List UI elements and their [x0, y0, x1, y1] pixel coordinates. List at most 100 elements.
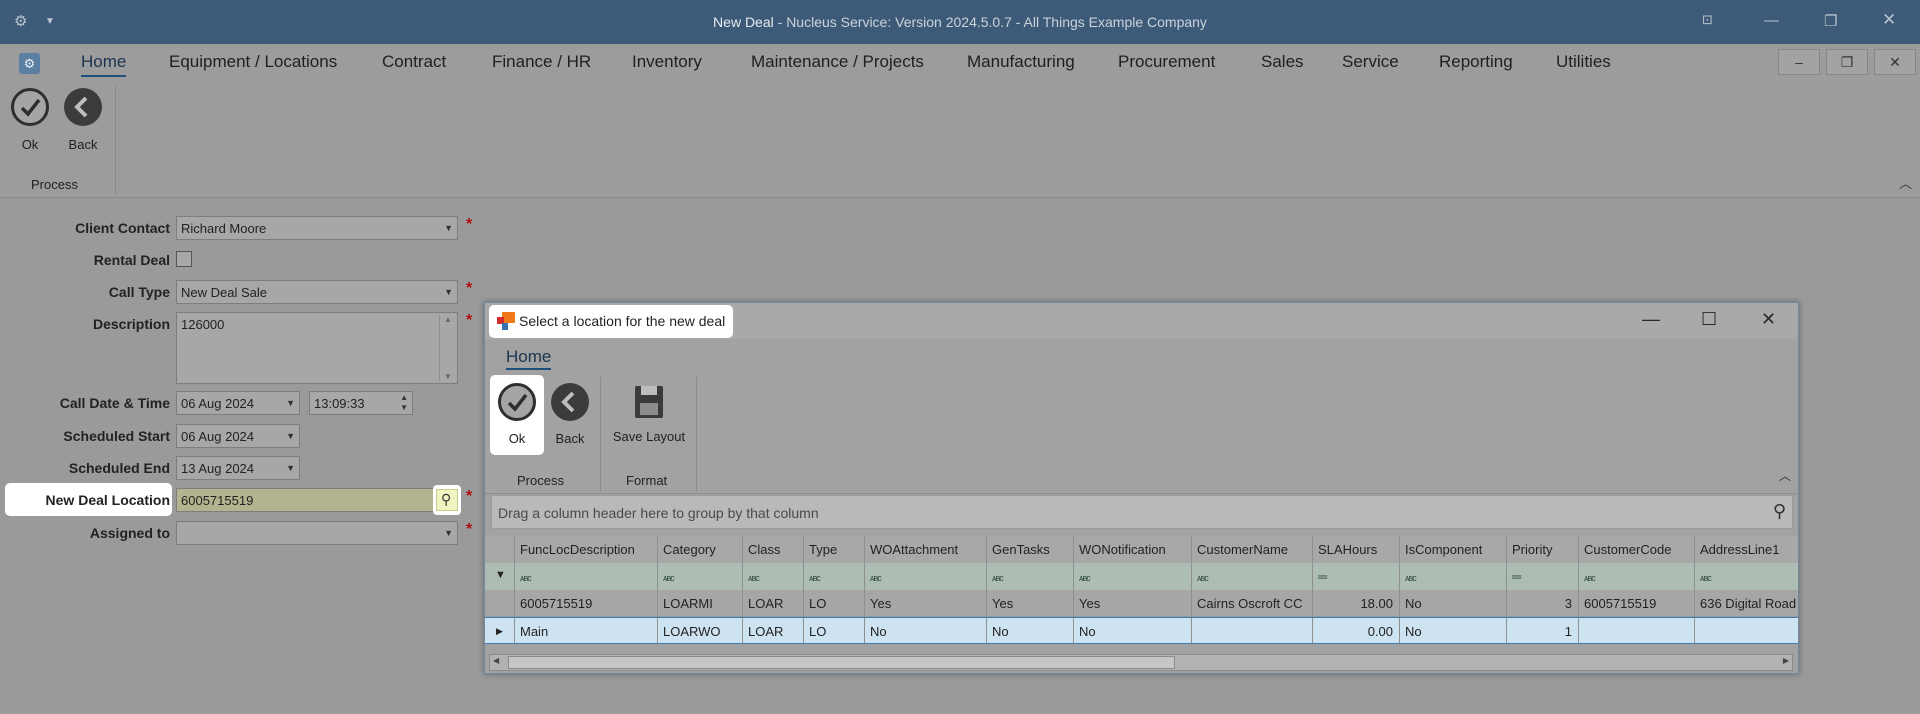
- filter-cell[interactable]: ᴀʙᴄ: [1400, 563, 1507, 590]
- filter-cell[interactable]: ᴀʙᴄ: [1192, 563, 1313, 590]
- chevron-down-icon[interactable]: ▼: [444, 223, 453, 233]
- menu-contract[interactable]: Contract: [382, 52, 446, 72]
- filter-cell[interactable]: ═: [1313, 563, 1400, 590]
- scheduled-end-field[interactable]: 13 Aug 2024 ▼: [176, 456, 300, 480]
- minimize-icon[interactable]: —: [1642, 309, 1660, 330]
- filter-cell[interactable]: ═: [1507, 563, 1579, 590]
- filter-cell[interactable]: ᴀʙᴄ: [515, 563, 658, 590]
- column-header[interactable]: CustomerCode: [1579, 536, 1695, 563]
- search-icon[interactable]: ⚲: [1773, 501, 1786, 522]
- filter-icon[interactable]: ▼: [485, 563, 515, 590]
- column-header[interactable]: WONotification: [1074, 536, 1192, 563]
- scroll-up-icon[interactable]: ▲: [444, 315, 452, 324]
- ribbon-separator: [115, 86, 116, 194]
- time-spinner-icon[interactable]: ▲ ▼: [400, 393, 408, 413]
- column-header[interactable]: Class: [743, 536, 804, 563]
- mdi-close-button[interactable]: ✕: [1874, 49, 1916, 75]
- call-date-value: 06 Aug 2024: [181, 396, 255, 411]
- table-row[interactable]: 6005715519 LOARMI LOAR LO Yes Yes Yes Ca…: [485, 590, 1798, 617]
- table-cell: No: [1400, 618, 1507, 645]
- scroll-right-icon[interactable]: ▶: [1783, 656, 1789, 665]
- filter-cell[interactable]: ᴀʙᴄ: [1695, 563, 1798, 590]
- filter-cell[interactable]: ᴀʙᴄ: [987, 563, 1074, 590]
- chevron-down-icon[interactable]: ▼: [444, 287, 453, 297]
- chevron-down-icon[interactable]: ▼: [286, 398, 295, 408]
- dialog-tab-home[interactable]: Home: [506, 347, 552, 370]
- menu-sales[interactable]: Sales: [1261, 52, 1304, 72]
- back-button[interactable]: Back: [63, 88, 103, 152]
- assigned-to-field[interactable]: ▼: [176, 521, 458, 545]
- call-type-field[interactable]: New Deal Sale ▼: [176, 280, 458, 304]
- filter-cell[interactable]: ᴀʙᴄ: [658, 563, 743, 590]
- table-cell: 636 Digital Road: [1700, 596, 1797, 611]
- new-deal-location-value: 6005715519: [181, 493, 254, 508]
- minimize-icon[interactable]: —: [1764, 12, 1779, 29]
- ok-button[interactable]: Ok: [10, 88, 50, 152]
- column-header[interactable]: AddressLine1: [1695, 536, 1798, 563]
- menu-utilities[interactable]: Utilities: [1556, 52, 1611, 72]
- group-by-hint: Drag a column header here to group by th…: [498, 505, 819, 521]
- rental-deal-checkbox[interactable]: [176, 251, 192, 267]
- dialog-back-button[interactable]: Back: [549, 383, 591, 446]
- scrollbar-thumb[interactable]: [508, 656, 1175, 669]
- table-cell: 6005715519: [515, 590, 658, 617]
- collapse-ribbon-icon[interactable]: ︿: [1779, 467, 1791, 484]
- menu-equipment-locations[interactable]: Equipment / Locations: [169, 52, 337, 72]
- client-contact-field[interactable]: Richard Moore ▼: [176, 216, 458, 240]
- dialog-ok-button[interactable]: Ok: [496, 383, 538, 446]
- menu-service[interactable]: Service: [1342, 52, 1399, 72]
- filter-cell[interactable]: ᴀʙᴄ: [804, 563, 865, 590]
- column-header[interactable]: IsComponent: [1400, 536, 1507, 563]
- app-logo-icon[interactable]: ⚙: [19, 53, 40, 74]
- mdi-restore-button[interactable]: ❐: [1826, 49, 1868, 75]
- call-time-field[interactable]: 13:09:33 ▲ ▼: [309, 391, 413, 415]
- column-header[interactable]: FuncLocDescription: [515, 536, 658, 563]
- column-header[interactable]: Priority: [1507, 536, 1579, 563]
- group-by-panel[interactable]: Drag a column header here to group by th…: [491, 495, 1793, 529]
- new-deal-location-field[interactable]: 6005715519: [176, 488, 458, 512]
- call-date-field[interactable]: 06 Aug 2024 ▼: [176, 391, 300, 415]
- menu-reporting[interactable]: Reporting: [1439, 52, 1513, 72]
- maximize-icon[interactable]: ☐: [1701, 309, 1717, 330]
- column-header[interactable]: GenTasks: [987, 536, 1074, 563]
- menu-home[interactable]: Home: [81, 52, 127, 77]
- description-textarea[interactable]: 126000 ▲ ▼: [176, 312, 458, 384]
- mdi-minimize-button[interactable]: –: [1778, 49, 1820, 75]
- column-header[interactable]: Type: [804, 536, 865, 563]
- column-header[interactable]: WOAttachment: [865, 536, 987, 563]
- column-header[interactable]: Category: [658, 536, 743, 563]
- close-icon[interactable]: ✕: [1882, 10, 1896, 30]
- equals-filter-icon: ═: [1318, 569, 1327, 584]
- required-marker: *: [466, 488, 473, 505]
- horizontal-scrollbar[interactable]: ◀ ▶: [489, 654, 1793, 671]
- filter-cell[interactable]: ᴀʙᴄ: [1579, 563, 1695, 590]
- scroll-down-icon[interactable]: ▼: [444, 372, 452, 381]
- column-header[interactable]: CustomerName: [1192, 536, 1313, 563]
- maximize-icon[interactable]: ❐: [1824, 12, 1837, 30]
- menu-inventory[interactable]: Inventory: [632, 52, 702, 72]
- column-header[interactable]: SLAHours: [1313, 536, 1400, 563]
- restore-panel-icon[interactable]: ⊡: [1702, 12, 1713, 28]
- scheduled-start-field[interactable]: 06 Aug 2024 ▼: [176, 424, 300, 448]
- text-filter-icon: ᴀʙᴄ: [992, 573, 1004, 583]
- scroll-left-icon[interactable]: ◀: [493, 656, 499, 665]
- collapse-ribbon-icon[interactable]: ︿: [1899, 173, 1912, 192]
- close-icon[interactable]: ✕: [1761, 309, 1776, 330]
- table-cell: [1192, 618, 1313, 645]
- menu-manufacturing[interactable]: Manufacturing: [967, 52, 1075, 72]
- description-scrollbar[interactable]: ▲ ▼: [439, 315, 455, 381]
- location-search-button[interactable]: ⚲: [433, 485, 461, 515]
- filter-cell[interactable]: ᴀʙᴄ: [743, 563, 804, 590]
- dialog-title-text: Select a location for the new deal: [519, 313, 726, 329]
- filter-cell[interactable]: ᴀʙᴄ: [1074, 563, 1192, 590]
- table-row-selected[interactable]: ▶ Main LOARWO LOAR LO No No No 0.00 No 1: [485, 617, 1798, 645]
- chevron-down-icon[interactable]: ▼: [286, 463, 295, 473]
- chevron-down-icon[interactable]: ▼: [286, 431, 295, 441]
- app-logo-icon: [497, 312, 515, 330]
- menu-procurement[interactable]: Procurement: [1118, 52, 1215, 72]
- menu-maintenance-projects[interactable]: Maintenance / Projects: [751, 52, 924, 72]
- filter-cell[interactable]: ᴀʙᴄ: [865, 563, 987, 590]
- chevron-down-icon[interactable]: ▼: [444, 528, 453, 538]
- save-layout-button[interactable]: Save Layout: [609, 383, 689, 444]
- menu-finance-hr[interactable]: Finance / HR: [492, 52, 591, 72]
